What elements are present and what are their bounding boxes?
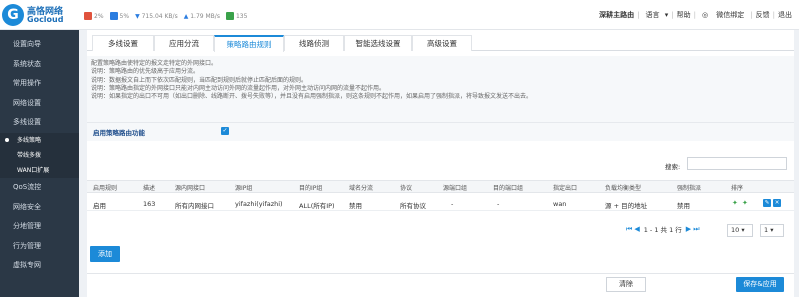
top-nav: 深耕主路由 | 语言 ▾ | 帮助 | ◎ 微信绑定 | 反馈 | 退出 <box>596 10 795 20</box>
col-force: 强制指派 <box>677 185 702 192</box>
cell-force: 禁用 <box>677 202 690 210</box>
table-row[interactable]: 启用 163 所有内网接口 yifazhi(yifazhi) ALL(所有IP)… <box>87 198 794 211</box>
col-domain: 域名分流 <box>349 185 374 192</box>
logo-en: Gocloud <box>27 15 64 24</box>
save-apply-button[interactable]: 保存&应用 <box>736 277 784 292</box>
move-up-icon[interactable]: ✦ <box>732 200 738 207</box>
sidebar-item-behavior[interactable]: 行为管理 <box>0 237 79 257</box>
feedback-link[interactable]: 反馈 <box>753 10 773 20</box>
note-line: 说明：如果指定的出口不可用（如出口删除、线路断开、拨号失败等），并且没有启用强制… <box>91 93 533 101</box>
cell-protocol: 所有协议 <box>400 202 426 210</box>
table-header: 启用规则 描述 源内网接口 源IP组 目的IP组 域名分流 协议 源端口组 目的… <box>87 180 794 193</box>
top-bar: G 高恪网络 Gocloud 2% 5% ▼ 715.04 KB/s ▲ 1.7… <box>0 0 799 30</box>
cpu-icon <box>84 12 92 20</box>
last-page-icon[interactable]: ⏭ <box>693 225 699 234</box>
main-panel: 多线设置 应用分流 策略路由规则 线路侦测 智能选线设置 高级设置 配置策略路由… <box>87 30 794 297</box>
pagination: ⏮ ◀ 1 - 1 共 1 行 ▶ ⏭ <box>625 224 701 235</box>
logo: G 高恪网络 Gocloud <box>2 3 84 28</box>
page-number-select[interactable]: 1 ▾ <box>760 224 784 237</box>
sidebar-item-security[interactable]: 网络安全 <box>0 198 79 218</box>
enable-label: 启用策略路由功能 <box>93 129 145 137</box>
download-speed: 715.04 KB/s <box>141 12 178 20</box>
add-button[interactable]: 添加 <box>90 246 120 262</box>
wechat-bind-link[interactable]: ◎ 微信绑定 <box>696 10 750 20</box>
sidebar-sub-wan-extend[interactable]: WAN口扩展 <box>0 162 79 178</box>
tab-bar: 多线设置 应用分流 策略路由规则 线路侦测 智能选线设置 高级设置 <box>87 35 794 52</box>
sidebar-item-region[interactable]: 分地管理 <box>0 217 79 237</box>
sidebar-sub-multi-dial[interactable]: 带线多拨 <box>0 147 79 163</box>
delete-icon[interactable]: ✕ <box>773 199 781 207</box>
cell-desc: 163 <box>143 200 156 208</box>
search-input[interactable] <box>687 157 787 170</box>
active-marker-icon <box>5 137 9 142</box>
wechat-icon: ◎ <box>701 11 711 19</box>
memory-icon <box>109 12 118 20</box>
enable-checkbox[interactable]: ✓ <box>221 127 229 135</box>
search-label: 搜索: <box>665 163 681 171</box>
col-src-iface: 源内网接口 <box>175 185 206 192</box>
footer-bar <box>87 273 794 297</box>
col-desc: 描述 <box>143 185 156 192</box>
edit-icon[interactable]: ✎ <box>763 199 771 207</box>
cloud-logo-icon: G <box>2 4 24 26</box>
status-stats: 2% 5% ▼ 715.04 KB/s ▲ 1.79 MB/s 135 <box>84 10 253 22</box>
tab-advanced[interactable]: 高级设置 <box>412 35 472 51</box>
connections-icon <box>225 12 234 20</box>
upload-speed: 1.79 MB/s <box>190 12 220 20</box>
col-src-ip: 源IP组 <box>235 185 253 192</box>
cell-dst-port: - <box>497 200 500 208</box>
first-page-icon[interactable]: ⏮ <box>626 225 632 234</box>
page-size-select[interactable]: 10 ▾ <box>727 224 753 237</box>
col-dst-port: 目的端口组 <box>493 185 524 192</box>
col-src-port: 源端口组 <box>443 185 468 192</box>
sidebar-item-vpn[interactable]: 虚拟专网 <box>0 256 79 276</box>
sidebar-item-network[interactable]: 网络设置 <box>0 94 79 114</box>
sidebar-item-multiline[interactable]: 多线设置 <box>0 113 79 133</box>
help-link[interactable]: 帮助 <box>674 10 694 20</box>
cell-exit: wan <box>553 200 567 208</box>
cell-dst-ip: ALL(所有IP) <box>299 202 335 210</box>
col-exit: 指定出口 <box>553 185 578 192</box>
col-balance: 负载均衡类型 <box>605 185 642 192</box>
sidebar-item-qos[interactable]: QoS流控 <box>0 178 79 198</box>
enable-row: 启用策略路由功能 ✓ <box>87 122 794 140</box>
col-enable: 启用规则 <box>93 185 118 192</box>
cell-domain: 禁用 <box>349 202 362 210</box>
connection-count: 135 <box>235 12 248 20</box>
note-line: 说明：策略路由的优先级高于应用分流。 <box>91 68 200 76</box>
sidebar: 设置向导 系统状态 常用操作 网络设置 多线设置 多线策略 带线多拨 WAN口扩… <box>0 30 79 297</box>
next-page-icon[interactable]: ▶ <box>686 225 691 233</box>
device-name: 深耕主路由 <box>599 11 635 19</box>
sidebar-sub-multiline-policy[interactable]: 多线策略 <box>0 132 79 148</box>
tab-smart-select[interactable]: 智能选线设置 <box>344 35 412 51</box>
sidebar-item-setup-wizard[interactable]: 设置向导 <box>0 35 79 55</box>
note-line: 说明：数据报文自上而下依次匹配规则，当匹配到规则后就停止匹配后面的规则。 <box>91 76 308 84</box>
col-protocol: 协议 <box>400 185 413 192</box>
prev-page-icon[interactable]: ◀ <box>634 225 639 233</box>
tab-line-detect[interactable]: 线路侦测 <box>284 35 344 51</box>
tab-policy-routing[interactable]: 策略路由规则 <box>214 35 284 52</box>
note-line: 说明：策略路由指定的外网接口只能对内网主动访问外网的流量起作用，对外网主动访问内… <box>91 84 386 92</box>
cell-src-ip: yifazhi(yifazhi) <box>235 200 283 208</box>
tab-app-split[interactable]: 应用分流 <box>154 35 214 51</box>
page-info: 1 - 1 共 1 行 <box>643 226 682 234</box>
cell-balance: 源 + 目的地址 <box>605 202 648 210</box>
cpu-usage: 2% <box>94 12 104 20</box>
sidebar-item-system-status[interactable]: 系统状态 <box>0 55 79 75</box>
memory-usage: 5% <box>119 12 130 20</box>
logout-link[interactable]: 退出 <box>775 10 795 20</box>
sidebar-item-common-ops[interactable]: 常用操作 <box>0 74 79 94</box>
clear-button[interactable]: 清除 <box>606 277 646 292</box>
cell-enable: 启用 <box>93 202 106 210</box>
col-order: 排序 <box>731 185 744 192</box>
language-menu[interactable]: 语言 ▾ <box>639 10 671 20</box>
col-dst-ip: 目的IP组 <box>299 185 323 192</box>
tab-multiline-settings[interactable]: 多线设置 <box>92 35 154 51</box>
cell-src-iface: 所有内网接口 <box>175 202 214 210</box>
move-down-icon[interactable]: ✦ <box>742 200 748 207</box>
cell-src-port: - <box>451 200 454 208</box>
